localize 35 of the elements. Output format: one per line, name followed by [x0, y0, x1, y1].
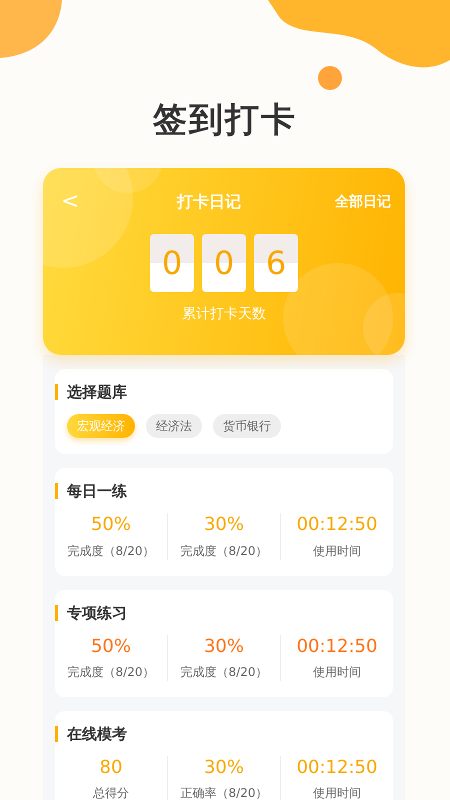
circle-decoration	[318, 66, 342, 90]
stat-label: 完成度（8/20）	[180, 542, 268, 560]
stat-value: 80	[98, 756, 124, 780]
stat-value: 00:12:50	[296, 634, 378, 658]
stat-value: 30%	[202, 513, 245, 537]
stat-label: 使用时间	[312, 664, 362, 681]
category-chip[interactable]: 货币银行	[213, 414, 281, 438]
section-heading: 在线模考	[55, 726, 393, 742]
stat-label: 完成度（8/20）	[180, 664, 268, 681]
category-chip[interactable]: 经济法	[146, 414, 202, 438]
stat-label: 完成度（8/20）	[66, 664, 156, 681]
all-diaries-link[interactable]: 全部日记	[335, 192, 391, 213]
stat-value: 50%	[90, 634, 132, 658]
stat-label: 使用时间	[312, 785, 362, 800]
stat-value: 30%	[202, 756, 245, 780]
stat-label: 完成度（8/20）	[66, 542, 156, 560]
counter-digit: 0	[202, 234, 246, 292]
diary-title: 打卡日记	[177, 191, 242, 214]
blob-decoration	[0, 0, 62, 58]
stat-value: 30%	[202, 634, 245, 658]
days-caption: 累计打卡天数	[181, 305, 267, 324]
section-heading: 每日一练	[55, 483, 393, 500]
stat-label: 使用时间	[312, 542, 362, 560]
stat-value: 00:12:50	[296, 756, 378, 780]
section-heading: 专项练习	[55, 604, 393, 621]
page-title: 签到打卡	[153, 99, 297, 142]
back-button[interactable]: <	[57, 191, 84, 214]
stat-value: 50%	[90, 513, 132, 537]
stat-value: 00:12:50	[296, 513, 378, 537]
section-heading: 选择题库	[55, 384, 393, 400]
category-chip[interactable]: 宏观经济	[67, 414, 135, 438]
stat-label: 总得分	[92, 785, 130, 800]
counter-digit: 0	[150, 234, 194, 292]
counter-digit: 6	[254, 234, 298, 292]
stat-label: 正确率（8/20）	[180, 785, 268, 800]
